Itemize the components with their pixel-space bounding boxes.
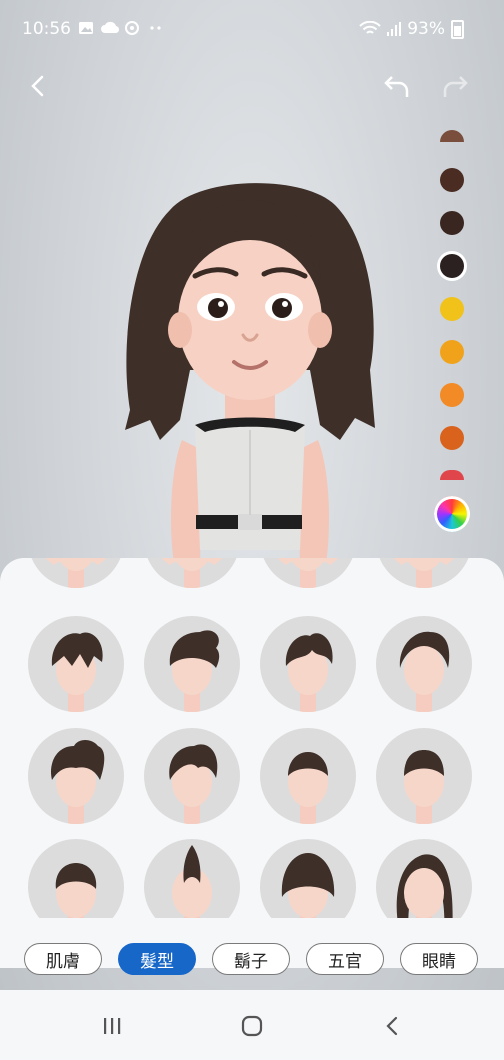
tab-label: 眼睛 xyxy=(422,951,456,972)
tab-skin[interactable]: 肌膚 xyxy=(24,943,102,975)
hairstyle-option[interactable] xyxy=(376,728,472,824)
home-icon xyxy=(241,1015,263,1037)
back-nav-button[interactable] xyxy=(370,1004,414,1048)
tab-label: 肌膚 xyxy=(46,951,80,972)
hairstyle-option[interactable] xyxy=(260,839,356,918)
hair-color-swatch-5[interactable] xyxy=(440,297,464,321)
hairstyle-thumbnail xyxy=(281,853,335,918)
undo-icon xyxy=(384,76,409,97)
tab-hairstyle[interactable]: 髮型 xyxy=(118,943,196,975)
hairstyle-thumbnail xyxy=(278,558,338,588)
hairstyle-thumbnail xyxy=(162,558,222,588)
hairstyle-option[interactable] xyxy=(28,616,124,712)
avatar-editor-screen: 10:56 93% 肌膚 髮型 鬍子 五官 眼睛 xyxy=(0,0,504,1060)
signal-icon xyxy=(387,22,402,36)
more-dots-icon xyxy=(150,26,161,30)
back-nav-icon xyxy=(386,1016,398,1036)
chevron-left-icon xyxy=(31,75,44,97)
back-button[interactable] xyxy=(18,66,58,106)
tab-features[interactable]: 五官 xyxy=(306,943,384,975)
hairstyle-option[interactable] xyxy=(144,616,240,712)
status-time: 10:56 xyxy=(22,19,71,39)
gallery-icon xyxy=(79,22,93,34)
avatar-preview xyxy=(125,183,375,570)
hairstyle-option[interactable] xyxy=(28,839,124,918)
recents-icon xyxy=(104,1018,121,1034)
hairstyle-thumbnail xyxy=(55,863,97,918)
hair-color-swatch-1[interactable] xyxy=(440,130,464,142)
hair-color-swatch-2[interactable] xyxy=(440,168,464,192)
hairstyle-option[interactable] xyxy=(144,558,240,588)
category-tabs: 肌膚 髮型 鬍子 五官 眼睛 xyxy=(0,943,504,979)
sync-icon xyxy=(125,21,139,35)
hairstyle-thumbnail xyxy=(404,750,444,824)
hairstyle-sheet xyxy=(0,558,504,968)
hair-color-swatch-7[interactable] xyxy=(440,383,464,407)
hair-color-swatch-9[interactable] xyxy=(440,470,464,480)
undo-button[interactable] xyxy=(376,66,416,106)
hair-color-swatch-8[interactable] xyxy=(440,426,464,450)
status-right: 93% xyxy=(359,19,464,39)
hairstyle-option[interactable] xyxy=(376,616,472,712)
tab-label: 鬍子 xyxy=(234,951,268,972)
tab-beard[interactable]: 鬍子 xyxy=(212,943,290,975)
hairstyle-option[interactable] xyxy=(376,558,472,588)
hairstyle-option[interactable] xyxy=(260,728,356,824)
hairstyle-grid xyxy=(0,558,504,918)
cloud-icon xyxy=(101,21,120,34)
hairstyle-thumbnail xyxy=(169,744,218,824)
hairstyle-option[interactable] xyxy=(144,839,240,918)
hairstyle-option[interactable] xyxy=(144,728,240,824)
hairstyle-option[interactable] xyxy=(28,558,124,588)
hairstyle-option[interactable] xyxy=(260,558,356,588)
hairstyle-thumbnail xyxy=(394,558,454,588)
tab-label: 五官 xyxy=(328,951,362,972)
recents-button[interactable] xyxy=(90,1004,134,1048)
hairstyle-thumbnail xyxy=(51,632,103,712)
battery-percent: 93% xyxy=(407,19,445,39)
hairstyle-thumbnail xyxy=(50,740,105,824)
hair-color-swatch-3[interactable] xyxy=(440,211,464,235)
home-button[interactable] xyxy=(230,1004,274,1048)
hairstyle-thumbnail xyxy=(288,752,328,824)
hair-color-swatch-4[interactable] xyxy=(440,254,464,278)
hairstyle-thumbnail xyxy=(285,633,333,712)
battery-icon xyxy=(451,19,464,39)
wifi-icon xyxy=(359,21,381,34)
redo-button[interactable] xyxy=(436,66,476,106)
hairstyle-option[interactable] xyxy=(260,616,356,712)
hairstyle-thumbnail xyxy=(46,558,106,588)
hairstyle-option[interactable] xyxy=(28,728,124,824)
hairstyle-thumbnail xyxy=(399,631,450,712)
hair-color-swatch-6[interactable] xyxy=(440,340,464,364)
status-bar: 10:56 93% xyxy=(0,0,504,60)
tab-label: 髮型 xyxy=(140,951,174,972)
system-nav-bar xyxy=(0,990,504,1060)
redo-icon xyxy=(443,76,468,97)
hairstyle-thumbnail xyxy=(172,845,212,918)
color-wheel-icon[interactable] xyxy=(434,496,470,532)
hairstyle-option[interactable] xyxy=(376,839,472,918)
tab-eyes[interactable]: 眼睛 xyxy=(400,943,478,975)
hairstyle-thumbnail xyxy=(396,854,453,918)
hairstyle-thumbnail xyxy=(169,630,220,712)
